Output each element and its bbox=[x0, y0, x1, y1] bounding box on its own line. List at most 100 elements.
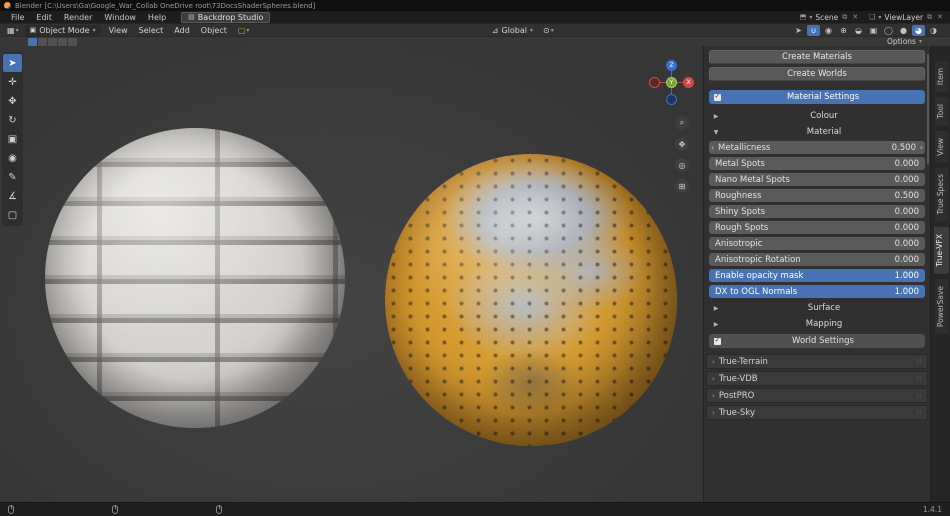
viewlayer-selector[interactable]: ❏ ▾ ViewLayer ⧉ ✕ bbox=[869, 13, 944, 22]
material-section-header[interactable]: ▼ Material bbox=[709, 125, 925, 139]
tool-cube-icon: ▢ bbox=[238, 26, 246, 35]
sidebar-tab[interactable]: Item bbox=[934, 60, 950, 93]
sidebar-tab[interactable]: True Specs bbox=[934, 166, 950, 222]
tool-button-transform[interactable]: ◉ bbox=[3, 149, 22, 167]
header-icon-shading-rendered-icon[interactable]: ◑ bbox=[927, 25, 940, 36]
brick-sphere[interactable] bbox=[45, 128, 345, 428]
slider-row[interactable]: Enable opacity mask 1.000 bbox=[709, 269, 925, 282]
create-materials-button[interactable]: Create Materials bbox=[709, 50, 925, 64]
addon-panel-header[interactable]: › PostPRO ∷ bbox=[706, 388, 928, 403]
gizmo-neg-z-axis[interactable] bbox=[666, 94, 677, 105]
menu-help[interactable]: Help bbox=[143, 13, 171, 22]
slider-row[interactable]: Shiny Spots 0.000 bbox=[709, 205, 925, 218]
header-icon-select-mouse-icon[interactable]: ➤ bbox=[792, 25, 805, 36]
metal-sphere[interactable] bbox=[385, 154, 677, 446]
tool-button-add-cube[interactable]: ▢ bbox=[3, 206, 22, 224]
addon-panel-header[interactable]: › True-Terrain ∷ bbox=[706, 354, 928, 369]
sidebar-tab[interactable]: PowerSave bbox=[934, 278, 950, 335]
nav-tool-button-pan[interactable]: ✥ bbox=[675, 137, 689, 151]
workspace-icon: ▤ bbox=[188, 13, 195, 21]
menu-edit[interactable]: Edit bbox=[31, 13, 57, 22]
header-icon-snapping-magnet-icon[interactable]: ∪ bbox=[807, 25, 820, 36]
menu-file[interactable]: File bbox=[6, 13, 29, 22]
header-icon-proportional-editing-icon[interactable]: ◉ bbox=[822, 25, 835, 36]
gizmo-x-axis[interactable]: X bbox=[683, 77, 694, 88]
select-mode-button-intersect[interactable] bbox=[68, 38, 77, 46]
sidebar-tab[interactable]: True-VFX bbox=[934, 226, 950, 275]
menu-object[interactable]: Object bbox=[196, 26, 232, 35]
select-mode-button-invert[interactable] bbox=[58, 38, 67, 46]
header-icon-shading-wireframe-icon[interactable]: ◯ bbox=[882, 25, 895, 36]
slider-row[interactable]: Nano Metal Spots 0.000 bbox=[709, 173, 925, 186]
select-mode-button-extend[interactable] bbox=[38, 38, 47, 46]
options-dropdown[interactable]: Options ▾ bbox=[887, 37, 922, 46]
drag-handle-icon[interactable]: ∷ bbox=[917, 358, 922, 366]
gizmo-y-axis[interactable]: Y bbox=[666, 77, 677, 88]
active-tool-dropdown[interactable]: ▢ ▾ bbox=[235, 26, 253, 35]
remove-viewlayer-button[interactable]: ✕ bbox=[936, 13, 944, 21]
workspace-tab[interactable]: ▤ Backdrop Studio bbox=[181, 12, 270, 23]
slider-row[interactable]: Metallicness 0.500 bbox=[709, 141, 925, 154]
pivot-point-dropdown[interactable]: ⊙ ▾ bbox=[540, 26, 557, 35]
header-icon-toggle-xray-icon[interactable]: ▣ bbox=[867, 25, 880, 36]
unlink-scene-button[interactable]: ✕ bbox=[851, 13, 859, 21]
header-icon-shading-material-icon[interactable]: ◕ bbox=[912, 25, 925, 36]
colour-section-header[interactable]: ▶ Colour bbox=[709, 109, 925, 123]
gizmo-z-axis[interactable]: Z bbox=[666, 60, 677, 71]
tool-button-rotate[interactable]: ↻ bbox=[3, 111, 22, 129]
slider-row[interactable]: Roughness 0.500 bbox=[709, 189, 925, 202]
drag-handle-icon[interactable]: ∷ bbox=[917, 375, 922, 383]
nav-tool-button-camera-view[interactable]: ◎ bbox=[675, 158, 689, 172]
addon-panel-header[interactable]: › True-VDB ∷ bbox=[706, 371, 928, 386]
menu-view[interactable]: View bbox=[104, 26, 133, 35]
tool-button-annotate[interactable]: ✎ bbox=[3, 168, 22, 186]
mode-dropdown[interactable]: ▣ Object Mode ▾ bbox=[25, 25, 101, 36]
sidebar-tab[interactable]: Tool bbox=[934, 96, 950, 127]
checkbox-icon[interactable] bbox=[714, 338, 721, 345]
nav-tool-button-zoom[interactable]: ⌕ bbox=[675, 116, 689, 130]
slider-row[interactable]: Rough Spots 0.000 bbox=[709, 221, 925, 234]
header-icon-shading-solid-icon[interactable]: ● bbox=[897, 25, 910, 36]
material-settings-header[interactable]: Material Settings bbox=[709, 90, 925, 104]
material-settings-label: Material Settings bbox=[721, 92, 925, 102]
viewport-3d[interactable]: ➤ ✛ ✥ ↻ ▣ ◉ ✎ ∡ ▢ bbox=[0, 46, 703, 502]
slider-row[interactable]: Metal Spots 0.000 bbox=[709, 157, 925, 170]
left-mouse-hint bbox=[8, 505, 108, 514]
menu-select[interactable]: Select bbox=[134, 26, 169, 35]
nav-tool-button-toggle-ortho[interactable]: ⊞ bbox=[675, 179, 689, 193]
menu-add[interactable]: Add bbox=[169, 26, 195, 35]
sidebar-tab[interactable]: View bbox=[934, 130, 950, 164]
tool-button-select-box[interactable]: ➤ bbox=[3, 54, 22, 72]
scene-selector[interactable]: ⬒ ▾ Scene ⧉ ✕ bbox=[800, 13, 859, 22]
addon-panel-header[interactable]: › True-Sky ∷ bbox=[706, 405, 928, 420]
menu-window[interactable]: Window bbox=[99, 13, 141, 22]
world-settings-header[interactable]: World Settings bbox=[709, 334, 925, 348]
drag-handle-icon[interactable]: ∷ bbox=[917, 409, 922, 417]
tool-button-cursor[interactable]: ✛ bbox=[3, 73, 22, 91]
editor-type-dropdown[interactable]: ▦ ▾ bbox=[4, 26, 22, 35]
slider-row[interactable]: Anisotropic Rotation 0.000 bbox=[709, 253, 925, 266]
checkbox-icon[interactable] bbox=[714, 94, 721, 101]
drag-handle-icon[interactable]: ∷ bbox=[917, 392, 922, 400]
select-mode-button-subtract[interactable] bbox=[48, 38, 57, 46]
panel-scrollbar[interactable] bbox=[927, 54, 929, 164]
menu-render[interactable]: Render bbox=[59, 13, 97, 22]
slider-value: 0.000 bbox=[895, 207, 919, 217]
select-mode-button-set[interactable] bbox=[28, 38, 37, 46]
material-section-label: Material bbox=[723, 127, 925, 137]
tool-button-measure[interactable]: ∡ bbox=[3, 187, 22, 205]
header-icon-show-gizmo-icon[interactable]: ⊕ bbox=[837, 25, 850, 36]
navigation-gizmo[interactable]: Z X Y bbox=[649, 60, 695, 106]
tool-button-scale[interactable]: ▣ bbox=[3, 130, 22, 148]
slider-row[interactable]: Anisotropic 0.000 bbox=[709, 237, 925, 250]
transform-orientation-dropdown[interactable]: ⊿ Global ▾ bbox=[488, 26, 537, 35]
mapping-section-header[interactable]: ▶ Mapping bbox=[709, 317, 925, 331]
gizmo-neg-x-axis[interactable] bbox=[649, 77, 660, 88]
new-viewlayer-button[interactable]: ⧉ bbox=[926, 13, 933, 22]
tool-button-move[interactable]: ✥ bbox=[3, 92, 22, 110]
header-icon-show-overlays-icon[interactable]: ◒ bbox=[852, 25, 865, 36]
create-worlds-button[interactable]: Create Worlds bbox=[709, 67, 925, 81]
slider-row[interactable]: DX to OGL Normals 1.000 bbox=[709, 285, 925, 298]
new-scene-button[interactable]: ⧉ bbox=[841, 13, 848, 22]
surface-section-header[interactable]: ▶ Surface bbox=[709, 301, 925, 315]
